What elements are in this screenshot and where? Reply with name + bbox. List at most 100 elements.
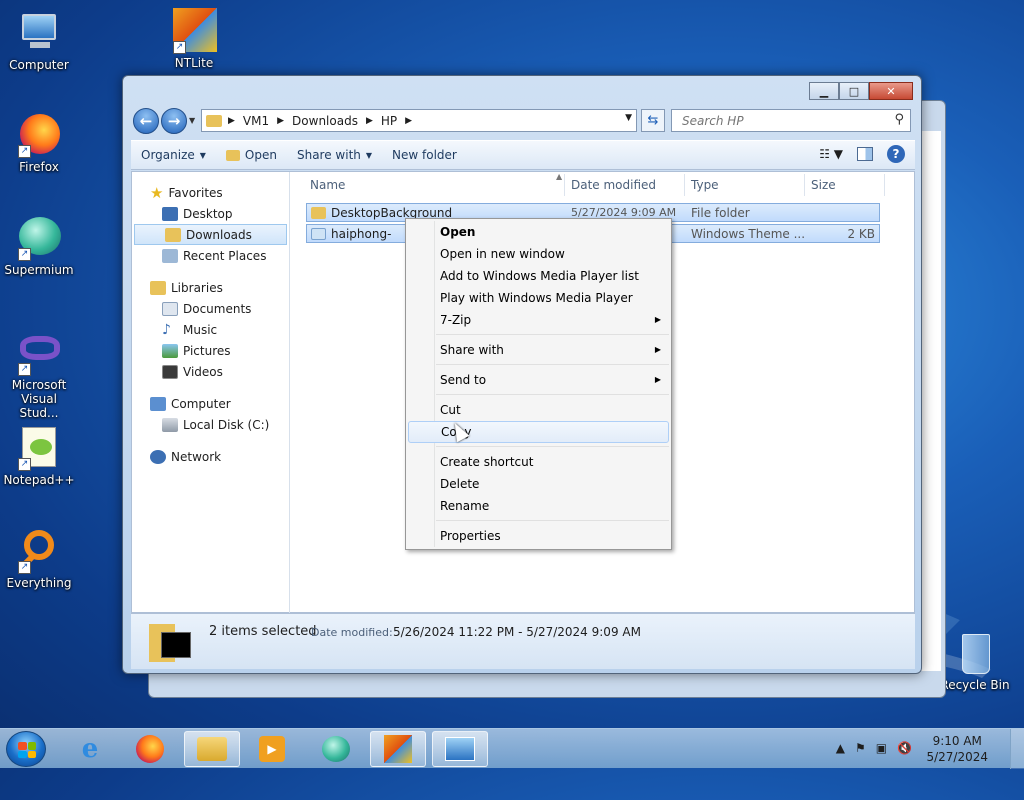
clock-date: 5/27/2024 bbox=[926, 750, 988, 764]
clock-time: 9:10 AM bbox=[932, 734, 982, 748]
taskbar-file-explorer[interactable] bbox=[184, 731, 240, 767]
close-button[interactable]: ✕ bbox=[869, 82, 913, 100]
menu-item-open[interactable]: Open bbox=[408, 221, 669, 243]
menu-item-properties[interactable]: Properties bbox=[408, 525, 669, 547]
search-box[interactable]: ⚲ bbox=[671, 109, 911, 132]
menu-item-cut[interactable]: Cut bbox=[408, 399, 669, 421]
desktop-icon-computer[interactable]: Computer bbox=[1, 10, 77, 72]
nav-libraries[interactable]: Libraries bbox=[132, 277, 289, 298]
nav-network[interactable]: Network bbox=[132, 446, 289, 467]
recent-places-icon bbox=[162, 248, 178, 263]
column-header-size[interactable]: Size bbox=[811, 178, 836, 192]
show-desktop-button[interactable] bbox=[1010, 729, 1024, 769]
chevron-right-icon[interactable]: ▶ bbox=[405, 116, 412, 126]
taskbar-ntlite[interactable] bbox=[370, 731, 426, 767]
breadcrumb-vm1[interactable]: VM1 bbox=[243, 114, 269, 128]
desktop-icon-firefox[interactable]: ↗ Firefox bbox=[1, 112, 77, 174]
address-bar[interactable]: ▶ VM1 ▶ Downloads ▶ HP ▶ ▼ bbox=[201, 109, 637, 132]
menu-item-send-to[interactable]: Send to ▶ bbox=[408, 369, 669, 391]
taskbar-supermium[interactable] bbox=[308, 731, 364, 767]
context-menu: Open Open in new window Add to Windows M… bbox=[405, 218, 672, 550]
address-dropdown-icon[interactable]: ▼ bbox=[625, 113, 632, 123]
nav-music[interactable]: ♪ Music bbox=[132, 319, 289, 340]
back-arrow-icon: ← bbox=[139, 112, 153, 130]
breadcrumb-downloads[interactable]: Downloads bbox=[292, 114, 358, 128]
nav-local-disk[interactable]: Local Disk (C:) bbox=[132, 414, 289, 435]
new-folder-button[interactable]: New folder bbox=[382, 140, 467, 170]
desktop-icon-recycle-bin[interactable]: Recycle Bin bbox=[937, 630, 1013, 692]
taskbar-media-player[interactable]: ▶ bbox=[244, 731, 300, 767]
nav-desktop[interactable]: Desktop bbox=[132, 203, 289, 224]
ntlite-icon: ↗ bbox=[171, 8, 217, 54]
organize-button[interactable]: Organize ▼ bbox=[131, 140, 216, 170]
desktop-icon-supermium[interactable]: ↗ Supermium bbox=[1, 215, 77, 277]
maximize-button[interactable]: □ bbox=[839, 82, 869, 100]
volume-muted-icon[interactable]: 🔇 bbox=[897, 741, 912, 755]
clock[interactable]: 9:10 AM 5/27/2024 bbox=[926, 733, 988, 765]
nav-recent-places[interactable]: Recent Places bbox=[132, 245, 289, 266]
chevron-right-icon[interactable]: ▶ bbox=[366, 116, 373, 126]
libraries-icon bbox=[150, 280, 166, 295]
computer-icon bbox=[16, 10, 62, 56]
chevron-right-icon[interactable]: ▶ bbox=[228, 116, 235, 126]
open-button[interactable]: Open bbox=[216, 140, 287, 170]
desktop-icon-everything[interactable]: ↗ Everything bbox=[1, 528, 77, 590]
network-status-icon[interactable]: ▣ bbox=[876, 741, 887, 755]
caption-buttons: ▁ □ ✕ bbox=[809, 82, 913, 100]
start-button[interactable] bbox=[6, 731, 46, 767]
desktop-icon-visual-studio[interactable]: ↗ Microsoft Visual Stud... bbox=[1, 330, 77, 420]
preview-pane-icon[interactable] bbox=[857, 147, 873, 161]
desktop-icon-ntlite[interactable]: ↗ NTLite bbox=[156, 8, 232, 70]
desktop-icon-label: Notepad++ bbox=[3, 473, 75, 487]
file-type: File folder bbox=[691, 206, 750, 220]
chevron-right-icon[interactable]: ▶ bbox=[277, 116, 284, 126]
submenu-arrow-icon: ▶ bbox=[654, 345, 661, 354]
taskbar: e ▶ ▲ ⚑ ▣ 🔇 9:10 AM 5/27/2024 bbox=[0, 728, 1024, 769]
menu-item-add-wmp-list[interactable]: Add to Windows Media Player list bbox=[408, 265, 669, 287]
nav-documents[interactable]: Documents bbox=[132, 298, 289, 319]
taskbar-control-panel[interactable] bbox=[432, 731, 488, 767]
command-bar: Organize ▼ Open Share with ▼ New folder ☷ … bbox=[131, 140, 915, 170]
help-icon[interactable]: ? bbox=[887, 145, 905, 163]
desktop-icon-label: Computer bbox=[9, 58, 69, 72]
menu-item-delete[interactable]: Delete bbox=[408, 473, 669, 495]
minimize-button[interactable]: ▁ bbox=[809, 82, 839, 100]
computer-icon bbox=[150, 396, 166, 411]
menu-item-play-wmp[interactable]: Play with Windows Media Player bbox=[408, 287, 669, 309]
column-header-date-modified[interactable]: Date modified bbox=[571, 178, 656, 192]
menu-item-rename[interactable]: Rename bbox=[408, 495, 669, 517]
view-options-icon[interactable]: ☷ ▼ bbox=[819, 147, 843, 161]
videos-icon bbox=[162, 364, 178, 379]
network-icon bbox=[150, 449, 166, 464]
system-tray: ▲ ⚑ ▣ 🔇 bbox=[836, 741, 912, 755]
forward-button[interactable]: → bbox=[161, 108, 187, 134]
desktop-icon-notepadpp[interactable]: ↗ Notepad++ bbox=[1, 425, 77, 487]
nav-pictures[interactable]: Pictures bbox=[132, 340, 289, 361]
taskbar-firefox[interactable] bbox=[122, 731, 178, 767]
nav-favorites[interactable]: ★ Favorites bbox=[132, 182, 289, 203]
firefox-icon: ↗ bbox=[16, 112, 62, 158]
menu-item-open-new-window[interactable]: Open in new window bbox=[408, 243, 669, 265]
menu-item-share-with[interactable]: Share with ▶ bbox=[408, 339, 669, 361]
taskbar-internet-explorer[interactable]: e bbox=[62, 731, 118, 767]
show-hidden-icons-icon[interactable]: ▲ bbox=[836, 741, 845, 755]
menu-item-copy[interactable]: Copy bbox=[408, 421, 669, 443]
refresh-button[interactable]: ⇆ bbox=[641, 109, 665, 132]
submenu-arrow-icon: ▶ bbox=[654, 375, 661, 384]
column-header-name[interactable]: Name bbox=[310, 178, 345, 192]
selection-thumbnail-icon bbox=[149, 620, 193, 664]
nav-downloads[interactable]: Downloads bbox=[134, 224, 287, 245]
menu-item-create-shortcut[interactable]: Create shortcut bbox=[408, 451, 669, 473]
search-input[interactable] bbox=[680, 112, 880, 129]
breadcrumb-hp[interactable]: HP bbox=[381, 114, 397, 128]
search-icon[interactable]: ⚲ bbox=[894, 112, 904, 127]
recent-pages-dropdown[interactable]: ▼ bbox=[189, 116, 195, 125]
nav-computer[interactable]: Computer bbox=[132, 393, 289, 414]
column-header-type[interactable]: Type bbox=[691, 178, 719, 192]
share-with-button[interactable]: Share with ▼ bbox=[287, 140, 382, 170]
menu-item-7zip[interactable]: 7-Zip ▶ bbox=[408, 309, 669, 331]
back-button[interactable]: ← bbox=[133, 108, 159, 134]
action-center-flag-icon[interactable]: ⚑ bbox=[855, 741, 866, 755]
nav-videos[interactable]: Videos bbox=[132, 361, 289, 382]
pictures-icon bbox=[162, 343, 178, 358]
